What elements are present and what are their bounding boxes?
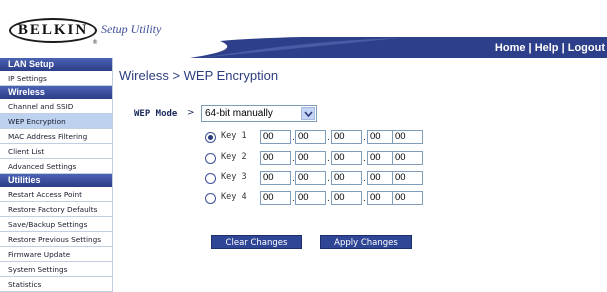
sidebar-item-system-settings[interactable]: System Settings [0, 262, 112, 277]
key-3-row: Key 300.00.00.00.00 [205, 171, 435, 185]
sidebar-item-restart-ap[interactable]: Restart Access Point [0, 187, 112, 202]
key-1-byte-2-input[interactable]: 00 [295, 130, 326, 144]
key-4-byte-1-input[interactable]: 00 [260, 191, 291, 205]
key-3-byte-1-input[interactable]: 00 [260, 171, 291, 185]
byte-separator: . [327, 174, 330, 184]
key-1-byte-1-input[interactable]: 00 [260, 130, 291, 144]
header: BELKIN ® Setup Utility Home | Help | Log… [0, 0, 607, 58]
byte-separator: . [363, 133, 366, 143]
sidebar: LAN Setup IP Settings Wireless Channel a… [0, 58, 113, 292]
key-3-radio[interactable] [205, 173, 216, 184]
home-link[interactable]: Home [495, 42, 526, 54]
key-3-byte-5-input[interactable]: 00 [392, 171, 423, 185]
byte-separator: . [327, 133, 330, 143]
wep-mode-label: WEP Mode [134, 109, 178, 119]
key-4-radio[interactable] [205, 193, 216, 204]
sidebar-section-wireless[interactable]: Wireless [0, 86, 112, 99]
key-4-byte-3-input[interactable]: 00 [331, 191, 362, 205]
key-1-byte-5-input[interactable]: 00 [392, 130, 423, 144]
key-4-row: Key 400.00.00.00.00 [205, 191, 435, 205]
logout-link[interactable]: Logout [568, 42, 605, 54]
key-2-radio[interactable] [205, 153, 216, 164]
key-2-byte-3-input[interactable]: 00 [331, 151, 362, 165]
sidebar-item-restore-defaults[interactable]: Restore Factory Defaults [0, 202, 112, 217]
sidebar-item-statistics[interactable]: Statistics [0, 277, 112, 292]
sidebar-item-channel-ssid[interactable]: Channel and SSID [0, 99, 112, 114]
wep-mode-value: 64-bit manually [205, 108, 273, 119]
key-2-byte-1-input[interactable]: 00 [260, 151, 291, 165]
help-link[interactable]: Help [535, 42, 559, 54]
byte-separator: . [363, 194, 366, 204]
key-1-label: Key 1 [221, 131, 247, 141]
byte-separator: . [327, 194, 330, 204]
key-1-byte-3-input[interactable]: 00 [331, 130, 362, 144]
key-4-byte-2-input[interactable]: 00 [295, 191, 326, 205]
sidebar-item-ip-settings[interactable]: IP Settings [0, 71, 112, 86]
wep-mode-select[interactable]: 64-bit manually [201, 105, 317, 122]
sidebar-item-wep-encryption[interactable]: WEP Encryption [0, 114, 112, 129]
chevron-down-icon[interactable] [301, 107, 315, 120]
byte-separator: . [327, 154, 330, 164]
clear-changes-button[interactable]: Clear Changes [211, 235, 302, 249]
key-4-label: Key 4 [221, 192, 247, 202]
key-2-row: Key 200.00.00.00.00 [205, 151, 435, 165]
sidebar-item-save-backup[interactable]: Save/Backup Settings [0, 217, 112, 232]
sidebar-section-lan-setup[interactable]: LAN Setup [0, 58, 112, 71]
key-3-byte-2-input[interactable]: 00 [295, 171, 326, 185]
sidebar-item-restore-previous[interactable]: Restore Previous Settings [0, 232, 112, 247]
sidebar-item-mac-filtering[interactable]: MAC Address Filtering [0, 129, 112, 144]
key-2-byte-5-input[interactable]: 00 [392, 151, 423, 165]
key-2-label: Key 2 [221, 152, 247, 162]
apply-changes-button[interactable]: Apply Changes [320, 235, 412, 249]
key-4-byte-5-input[interactable]: 00 [392, 191, 423, 205]
key-1-radio[interactable] [205, 132, 216, 143]
byte-separator: . [363, 154, 366, 164]
wep-mode-arrow: > [187, 108, 195, 118]
sidebar-item-firmware-update[interactable]: Firmware Update [0, 247, 112, 262]
app-title: Setup Utility [101, 22, 162, 36]
sidebar-item-client-list[interactable]: Client List [0, 144, 112, 159]
sidebar-item-advanced-settings[interactable]: Advanced Settings [0, 159, 112, 174]
key-3-byte-3-input[interactable]: 00 [331, 171, 362, 185]
page-title: Wireless > WEP Encryption [119, 68, 279, 83]
sidebar-section-utilities[interactable]: Utilities [0, 174, 112, 187]
key-1-row: Key 100.00.00.00.00 [205, 130, 435, 144]
key-2-byte-2-input[interactable]: 00 [295, 151, 326, 165]
byte-separator: . [363, 174, 366, 184]
top-links: Home | Help | Logout [495, 42, 605, 54]
key-3-label: Key 3 [221, 172, 247, 182]
